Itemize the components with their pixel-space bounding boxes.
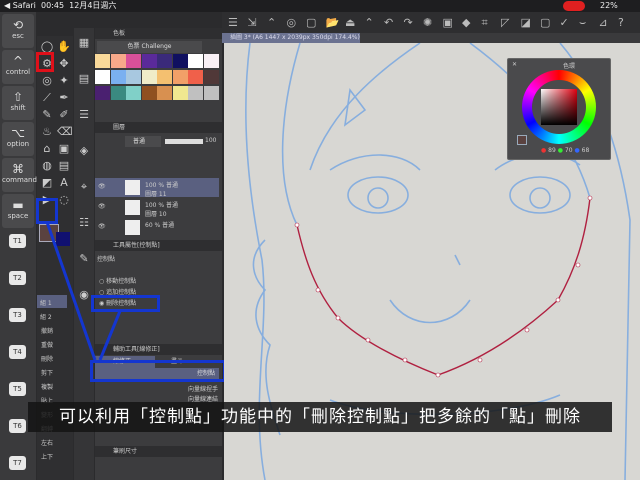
document-tab-bar: 插圖 3* (A6 1447 x 2039px 350dpi 174.4%) [222,33,640,43]
main-toolbar: ☰ ⇲ ⌃ ◎ ▢ 📂 ⏏ ⌃ ↶ ↷ ✺ ▣ ◆ ⌗ ◸ ◪ ▢ ✓ ⌣ ⊿? [222,12,640,34]
rgb-readout: ● 89 ● 70 ● 68 [541,147,590,154]
toolbar-icon-20[interactable]: ? [618,16,624,29]
toolbar-icon-3[interactable]: ◎ [287,16,297,29]
toolbar-icon-8[interactable]: ↶ [384,16,393,29]
toolbar-icon-18[interactable]: ⌣ [579,16,586,30]
toolbar-icon-17[interactable]: ✓ [560,16,569,29]
toolbar-icon-1[interactable]: ⇲ [248,16,257,29]
toolbar-icon-4[interactable]: ▢ [306,16,316,29]
toolbar-icon-16[interactable]: ▢ [540,16,550,29]
color-wheel-title: 色環 [563,63,576,70]
toolbar-icon-13[interactable]: ⌗ [482,16,488,30]
saturation-value-square[interactable] [541,89,577,125]
toolbar-icon-12[interactable]: ◆ [462,16,470,29]
toolbar-icon-0[interactable]: ☰ [228,16,238,29]
toolbar-icon-19[interactable]: ⊿ [599,16,608,29]
toolbar-icon-15[interactable]: ◪ [521,16,531,29]
close-icon[interactable]: ✕ [512,61,517,68]
toolbar-icon-10[interactable]: ✺ [423,16,432,29]
toolbar-icon-2[interactable]: ⌃ [267,16,276,29]
toolbar-icon-5[interactable]: 📂 [326,16,340,29]
wheel-main-color[interactable] [517,135,527,145]
subtitle-caption: 可以利用「控制點」功能中的「刪除控制點」把多餘的「點」刪除 [28,402,612,432]
toolbar-icon-9[interactable]: ↷ [404,16,413,29]
toolbar-icon-6[interactable]: ⏏ [345,16,355,29]
color-wheel-window: ✕ 色環 ● 89 ● 70 ● 68 [507,58,611,160]
toolbar-icon-14[interactable]: ◸ [501,16,509,29]
toolbar-icon-7[interactable]: ⌃ [365,16,374,29]
document-tab[interactable]: 插圖 3* (A6 1447 x 2039px 350dpi 174.4%) [222,33,360,43]
toolbar-icon-11[interactable]: ▣ [443,16,453,29]
